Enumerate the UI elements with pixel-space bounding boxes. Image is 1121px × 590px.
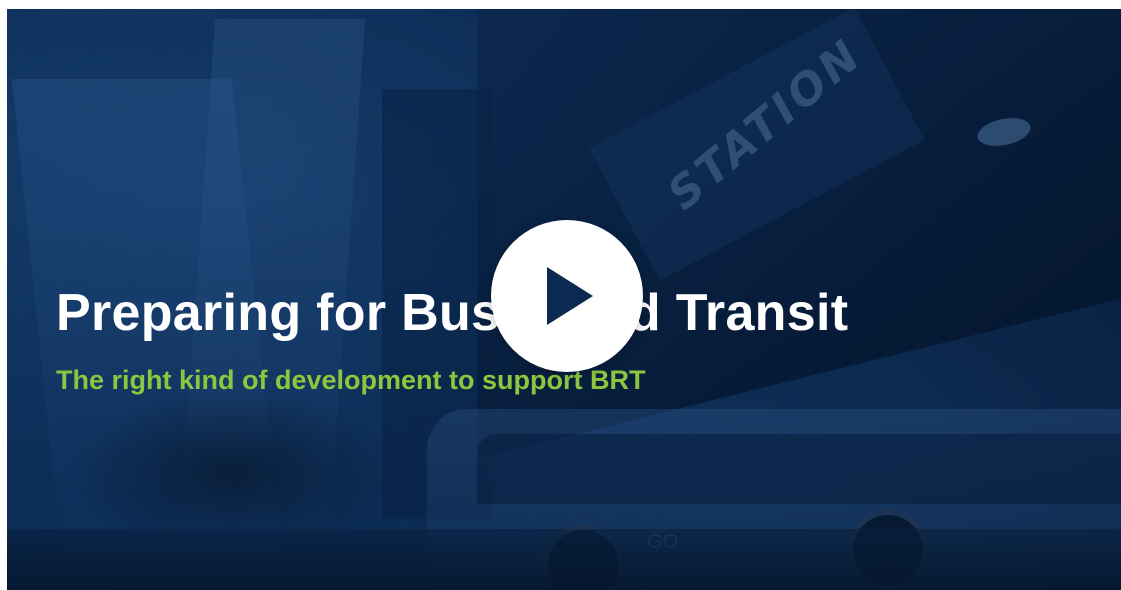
video-player[interactable]: STATION GO Preparing for Bus Rapid Trans…: [7, 9, 1121, 590]
play-button[interactable]: [491, 220, 643, 372]
play-icon: [547, 267, 593, 325]
video-title: Preparing for Bus Rapid Transit: [56, 284, 849, 342]
